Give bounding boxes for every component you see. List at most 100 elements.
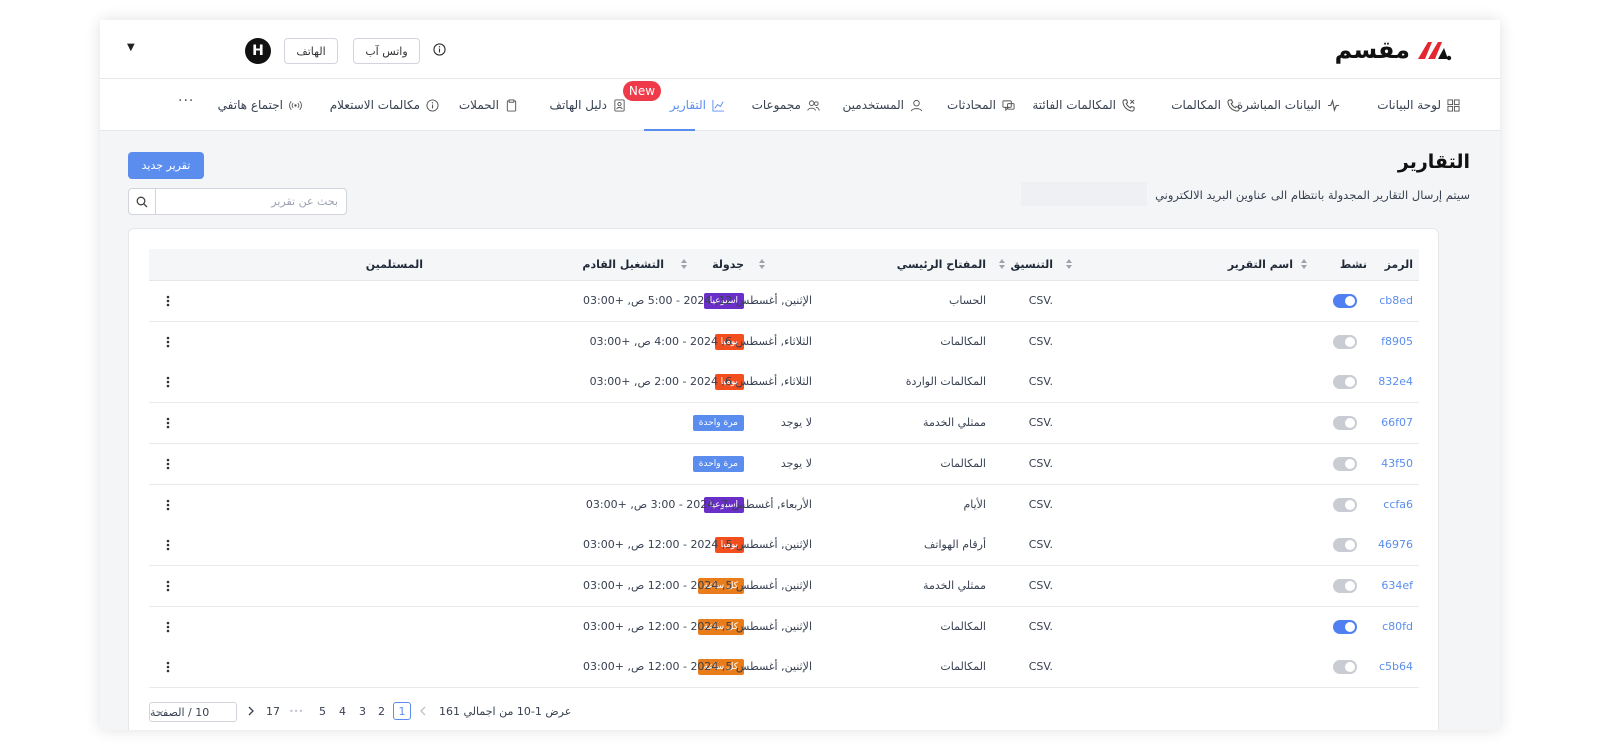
active-toggle[interactable] <box>1333 578 1357 593</box>
active-toggle[interactable] <box>1333 619 1357 634</box>
table-row[interactable]: 634ef CSV. ممثلي الخدمة كل ساعة الإثنين, أغس… <box>149 565 1419 607</box>
more-vertical-icon <box>166 661 170 673</box>
table-row[interactable]: 46976 CSV. أرقام الهواتف يوميا الإثنين, أغسط… <box>149 525 1419 567</box>
header-report-name[interactable]: اسم التقرير <box>1228 258 1293 271</box>
table-row[interactable]: 832e4 CSV. المكالمات الواردة يوميا الثلاثاء,… <box>149 362 1419 404</box>
nav-inquiry-calls[interactable]: مكالمات الاستعلام <box>330 97 439 113</box>
row-menu-button[interactable] <box>161 576 175 596</box>
search-input[interactable] <box>156 189 346 214</box>
search-button[interactable] <box>129 189 156 214</box>
info-icon[interactable] <box>433 43 446 56</box>
row-menu-button[interactable] <box>161 372 175 392</box>
report-code-link[interactable]: ccfa6 <box>1383 498 1413 511</box>
next-run: الإثنين, أغسطس 12, 2024 - 5:00 ص, +03:00 <box>583 294 812 307</box>
report-code-link[interactable]: f8905 <box>1381 335 1413 348</box>
table-row[interactable]: 66f07 CSV. ممثلي الخدمة مرة واحدة لا يوجد <box>149 403 1419 445</box>
row-menu-button[interactable] <box>161 535 175 555</box>
reports-table-card: الرمز نشط اسم التقرير التنسيق المفتاح ال… <box>128 228 1439 730</box>
report-code-link[interactable]: 43f50 <box>1381 457 1413 470</box>
sort-icon[interactable] <box>998 258 1006 270</box>
table-row[interactable]: cb8ed CSV. الحساب اسبوعيا الإثنين, أغسطس 12,… <box>149 281 1419 322</box>
report-code-link[interactable]: 634ef <box>1381 579 1413 592</box>
report-code-link[interactable]: 46976 <box>1378 538 1413 551</box>
page-1-current[interactable]: 1 <box>393 702 411 720</box>
prev-page-icon[interactable] <box>419 706 427 716</box>
row-menu-button[interactable] <box>161 413 175 433</box>
header-active: نشط <box>1339 258 1367 271</box>
nav-groups[interactable]: مجموعات <box>752 97 820 113</box>
active-toggle[interactable] <box>1333 375 1357 390</box>
page-3[interactable]: 3 <box>359 702 366 720</box>
report-format: CSV. <box>1028 456 1053 470</box>
header-main-key[interactable]: المفتاح الرئيسي <box>897 258 986 271</box>
row-menu-button[interactable] <box>161 454 175 474</box>
page-5[interactable]: 5 <box>319 702 326 720</box>
page-2[interactable]: 2 <box>378 702 385 720</box>
more-vertical-icon <box>166 499 170 510</box>
report-main-key: المكالمات <box>940 619 986 633</box>
sort-icon[interactable] <box>758 258 766 270</box>
nav-missed-calls[interactable]: المكالمات الفائتة <box>1032 97 1135 113</box>
table-row[interactable]: c5b64 CSV. المكالمات كل ساعة الإثنين, أغسطس … <box>149 647 1419 689</box>
nav-calls[interactable]: المكالمات <box>1171 97 1240 113</box>
active-toggle[interactable] <box>1333 334 1357 349</box>
header-format[interactable]: التنسيق <box>1011 258 1053 271</box>
report-code-link[interactable]: 66f07 <box>1381 416 1413 429</box>
missed-call-icon <box>1122 98 1135 112</box>
nav-live-data[interactable]: البيانات المباشرة <box>1237 97 1340 113</box>
next-page-icon[interactable] <box>247 706 255 716</box>
more-vertical-icon <box>166 458 170 470</box>
next-run: الإثنين, أغسطس 5, 2024 - 12:00 ص, +03:00 <box>583 538 812 552</box>
nav-phonebook[interactable]: دليل الهاتف <box>550 97 626 113</box>
sort-icon[interactable] <box>1300 258 1308 270</box>
active-toggle[interactable] <box>1333 294 1357 308</box>
active-toggle[interactable] <box>1333 538 1357 553</box>
table-row[interactable]: f8905 CSV. المكالمات يوميا الثلاثاء, أغسطس 6… <box>149 321 1419 363</box>
page-17[interactable]: 17 <box>266 702 280 720</box>
sort-icon[interactable] <box>680 258 688 270</box>
table-row[interactable]: 43f50 CSV. المكالمات مرة واحدة لا يوجد <box>149 443 1419 485</box>
header-schedule[interactable]: جدولة <box>712 258 744 271</box>
page-ellipsis[interactable]: ••• <box>289 702 303 720</box>
account-dropdown-caret-icon[interactable]: ▼ <box>127 42 135 53</box>
row-menu-button[interactable] <box>161 617 175 637</box>
phone-button[interactable]: الهاتف <box>284 38 338 64</box>
whatsapp-button[interactable]: واتس آب <box>353 38 420 64</box>
users-icon <box>807 99 820 111</box>
nav-campaigns[interactable]: الحملات <box>459 97 518 113</box>
sort-icon[interactable] <box>1065 258 1073 270</box>
active-toggle[interactable] <box>1333 416 1357 431</box>
avatar[interactable]: H <box>245 38 271 64</box>
more-vertical-icon <box>166 295 170 307</box>
nav-conference-call[interactable]: اجتماع هاتفي <box>218 97 302 113</box>
report-main-key: المكالمات الواردة <box>905 375 986 389</box>
row-menu-button[interactable] <box>161 291 175 311</box>
active-toggle[interactable] <box>1333 497 1357 512</box>
next-run: الثلاثاء, أغسطس 6, 2024 - 4:00 ص, +03:00 <box>589 334 812 348</box>
active-toggle[interactable] <box>1333 660 1357 675</box>
nav-reports[interactable]: التقارير <box>670 97 725 113</box>
row-menu-button[interactable] <box>161 495 175 515</box>
active-toggle[interactable] <box>1333 456 1357 471</box>
table-row[interactable]: ccfa6 CSV. الأيام اسبوعيا الأربعاء, أغسطس 7,… <box>149 484 1419 526</box>
report-code-link[interactable]: c80fd <box>1382 620 1413 633</box>
page-size-select[interactable]: 10 / الصفحة <box>149 702 237 722</box>
broadcast-icon <box>289 100 302 110</box>
page-4[interactable]: 4 <box>339 702 346 720</box>
nav-dashboard[interactable]: لوحة البيانات <box>1377 97 1460 113</box>
nav-more-button[interactable]: ··· <box>178 93 194 109</box>
nav-label: اجتماع هاتفي <box>217 98 283 112</box>
report-code-link[interactable]: 832e4 <box>1378 375 1413 388</box>
nav-conversations[interactable]: المحادثات <box>947 97 1015 113</box>
header-next-run[interactable]: التشغيل القادم <box>582 258 664 271</box>
nav-users[interactable]: المستخدمين <box>843 97 923 113</box>
row-menu-button[interactable] <box>161 657 175 677</box>
new-report-button[interactable]: تقرير جديد <box>128 152 204 179</box>
row-menu-button[interactable] <box>161 332 175 352</box>
report-code-link[interactable]: cb8ed <box>1379 294 1413 307</box>
table-row[interactable]: c80fd CSV. المكالمات كل ساعة الإثنين, أغسطس … <box>149 606 1419 648</box>
more-vertical-icon <box>166 621 170 632</box>
more-vertical-icon <box>166 336 170 347</box>
next-run: الإثنين, أغسطس 5, 2024 - 12:00 ص, +03:00 <box>583 660 812 674</box>
report-code-link[interactable]: c5b64 <box>1379 660 1413 673</box>
